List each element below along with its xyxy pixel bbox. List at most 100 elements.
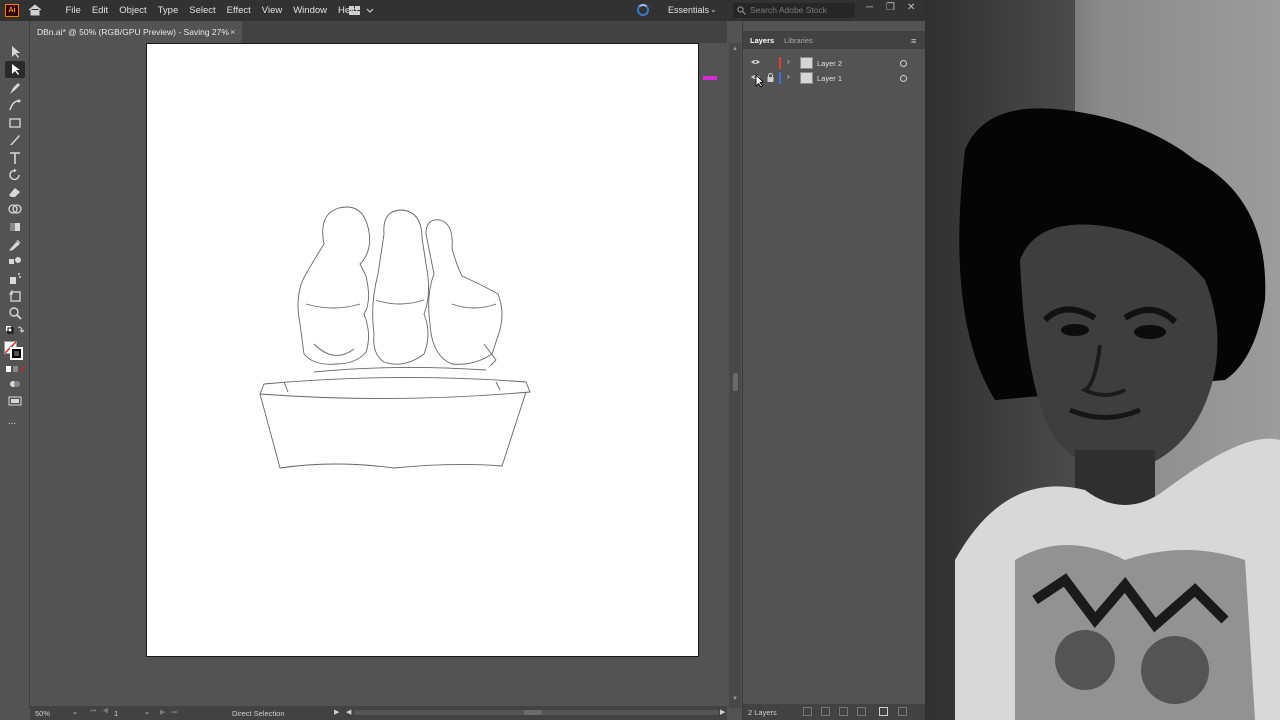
artboard-chevron-down-icon[interactable]: ⌄	[144, 708, 150, 716]
adobe-stock-search-input[interactable]: Search Adobe Stock	[733, 3, 855, 18]
artboard-number-field[interactable]: 1	[114, 709, 118, 718]
screen-mode-icon[interactable]	[8, 396, 22, 406]
menu-edit[interactable]: Edit	[86, 5, 113, 16]
make-clipping-mask-icon[interactable]	[839, 707, 848, 716]
curvature-tool-icon[interactable]	[7, 98, 23, 112]
mouse-cursor-icon	[755, 74, 764, 88]
webcam-overlay	[925, 0, 1280, 720]
new-layer-icon[interactable]	[879, 707, 888, 716]
menu-object[interactable]: Object	[114, 5, 152, 16]
paintbrush-tool-icon[interactable]	[7, 133, 23, 147]
artboard-nav-next[interactable]: ▶ ⏭	[160, 708, 180, 717]
symbol-sprayer-tool-icon[interactable]	[7, 271, 23, 285]
artboard-guide-marker	[703, 76, 717, 80]
selection-tool-icon[interactable]	[7, 45, 23, 59]
layer-thumbnail	[800, 57, 813, 69]
main-menu: File Edit Object Type Select Effect View…	[60, 0, 363, 21]
layer-row-layer-2[interactable]: › Layer 2	[743, 56, 926, 71]
collect-for-export-icon[interactable]	[803, 707, 812, 716]
color-mode-icons[interactable]	[5, 365, 25, 373]
default-fill-stroke-icon[interactable]	[5, 325, 25, 337]
menu-effect[interactable]: Effect	[221, 5, 256, 16]
close-window-button[interactable]: ✕	[907, 2, 915, 13]
tools-panel: ...	[0, 21, 30, 708]
layer-name[interactable]: Layer 1	[817, 74, 842, 83]
search-icon	[737, 6, 746, 15]
gradient-tool-icon[interactable]	[7, 220, 23, 234]
menu-bar: Ai File Edit Object Type Select Effect V…	[0, 0, 925, 21]
document-tab-title: DBn.ai* @ 50% (RGB/GPU Preview) - Saving…	[37, 27, 229, 37]
layers-count: 2 Layers	[748, 708, 777, 717]
menu-view[interactable]: View	[256, 5, 287, 16]
hscroll-right-arrow-icon[interactable]: ▶	[720, 708, 725, 716]
artboard[interactable]	[146, 43, 699, 657]
document-tab[interactable]: DBn.ai* @ 50% (RGB/GPU Preview) - Saving…	[30, 21, 242, 43]
arrange-documents-icon[interactable]	[347, 4, 375, 17]
expand-chevron-icon[interactable]: ›	[787, 72, 790, 81]
horizontal-scrollbar[interactable]	[354, 710, 719, 715]
current-tool-status[interactable]: Direct Selection	[232, 709, 285, 718]
layer-name[interactable]: Layer 2	[817, 59, 842, 68]
edit-toolbar-icon[interactable]: ...	[8, 416, 16, 427]
home-icon[interactable]	[28, 4, 42, 16]
menu-select[interactable]: Select	[184, 5, 221, 16]
hscroll-left-arrow-icon[interactable]: ◀	[346, 708, 351, 716]
vertical-scroll-thumb[interactable]	[733, 373, 738, 391]
menu-file[interactable]: File	[60, 5, 86, 16]
scroll-up-arrow-icon[interactable]: ▲	[732, 46, 738, 52]
scroll-down-arrow-icon[interactable]: ▼	[732, 696, 738, 702]
direct-selection-tool-icon	[12, 64, 20, 75]
tab-layers[interactable]: Layers	[750, 36, 774, 45]
status-menu-arrow-icon[interactable]: ▶	[334, 708, 339, 716]
lock-icon[interactable]	[767, 73, 774, 82]
workspace-switcher[interactable]: Essentials	[668, 5, 709, 15]
illustrator-window: Ai File Edit Object Type Select Effect V…	[0, 0, 926, 720]
pen-tool-icon[interactable]	[7, 81, 23, 95]
webcam-person-image	[925, 0, 1280, 720]
layer-thumbnail	[800, 72, 813, 84]
panel-menu-icon[interactable]: ≡	[911, 36, 916, 46]
eyedropper-tool-icon[interactable]	[7, 237, 23, 251]
draw-mode-icon[interactable]	[8, 379, 22, 389]
layer-row-layer-1[interactable]: › Layer 1	[743, 71, 926, 86]
app-logo: Ai	[5, 4, 19, 17]
sync-spinner-icon	[637, 4, 649, 16]
document-tab-bar: DBn.ai* @ 50% (RGB/GPU Preview) - Saving…	[30, 21, 727, 43]
blend-tool-icon[interactable]	[7, 254, 23, 268]
rotate-tool-icon[interactable]	[7, 168, 23, 182]
type-tool-icon[interactable]	[7, 151, 23, 165]
menu-type[interactable]: Type	[152, 5, 184, 16]
direct-selection-tool-button[interactable]	[5, 61, 25, 78]
status-bar: 50% ⌄ ⏮ ◀ 1 ⌄ ▶ ⏭ Direct Selection ▶ ◀ ▶	[30, 706, 727, 720]
stroke-swatch[interactable]	[10, 347, 23, 360]
minimize-button[interactable]: ─	[866, 2, 873, 13]
panel-tab-bar: Layers Libraries ≡	[743, 31, 926, 49]
rectangle-tool-icon[interactable]	[7, 116, 23, 130]
layers-panel: Layers Libraries ≡ › Layer 2 › Layer 1 2…	[742, 21, 926, 720]
horizontal-scroll-thumb[interactable]	[524, 710, 542, 715]
tab-libraries[interactable]: Libraries	[784, 36, 813, 45]
shape-builder-tool-icon[interactable]	[7, 202, 23, 216]
stroke-swatch-inner	[14, 351, 19, 356]
expand-chevron-icon[interactable]: ›	[787, 57, 790, 66]
artboard-nav-prev[interactable]: ⏮ ◀	[90, 708, 111, 716]
layer-color-swatch	[779, 72, 781, 84]
artboard-tool-icon[interactable]	[7, 289, 23, 303]
eraser-tool-icon[interactable]	[7, 185, 23, 199]
zoom-chevron-down-icon[interactable]: ⌄	[72, 708, 78, 716]
layer-color-swatch	[779, 57, 781, 69]
zoom-tool-icon[interactable]	[7, 306, 23, 320]
close-tab-icon[interactable]: ×	[230, 21, 235, 43]
new-sublayer-icon[interactable]	[857, 707, 866, 716]
layers-panel-footer: 2 Layers	[743, 704, 926, 720]
chevron-down-icon[interactable]: ⌄	[710, 5, 717, 14]
zoom-level-field[interactable]: 50%	[35, 709, 50, 718]
menu-window[interactable]: Window	[288, 5, 333, 16]
locate-object-icon[interactable]	[821, 707, 830, 716]
restore-button[interactable]: ❐	[886, 2, 895, 13]
line-art-drawing[interactable]	[254, 204, 534, 474]
delete-layer-icon[interactable]	[898, 707, 907, 716]
target-circle-icon[interactable]	[900, 75, 907, 82]
visibility-eye-icon[interactable]	[751, 59, 760, 65]
target-circle-icon[interactable]	[900, 60, 907, 67]
